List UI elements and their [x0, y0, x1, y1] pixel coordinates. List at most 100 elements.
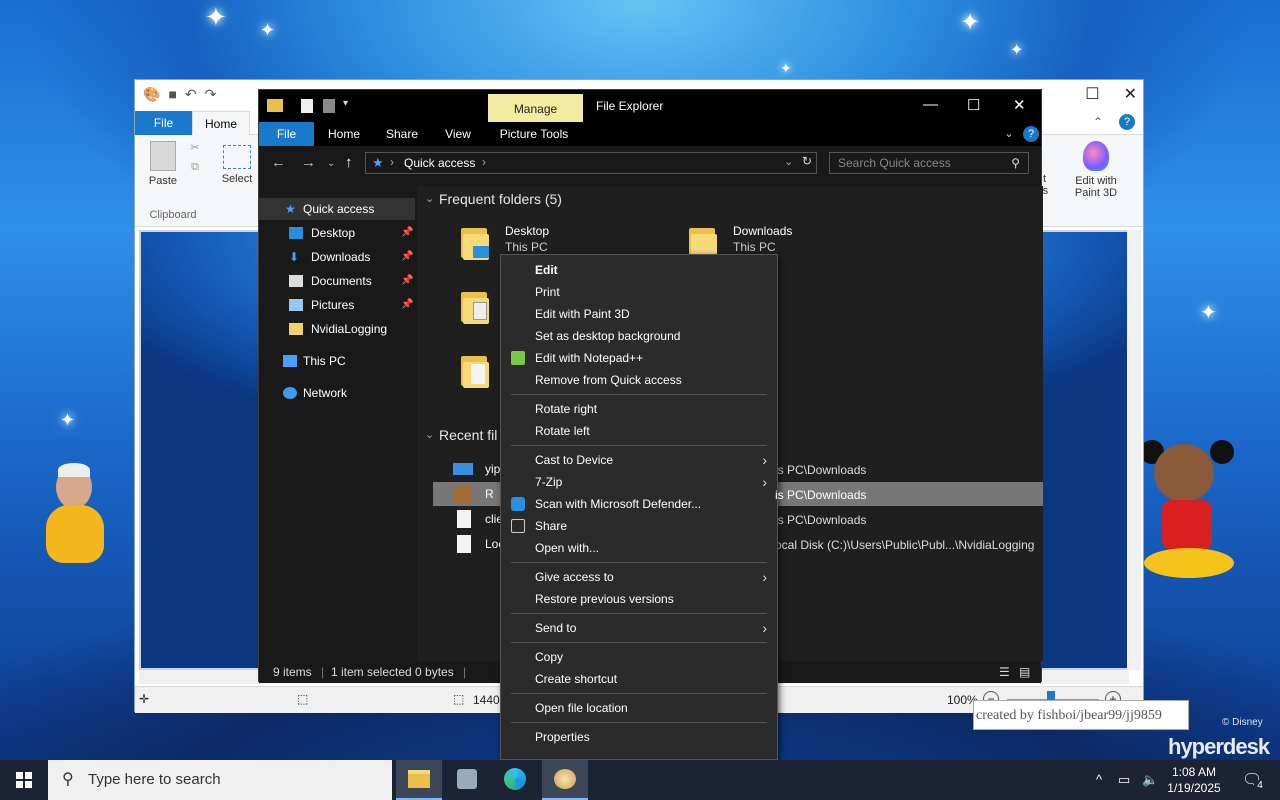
context-menu-item[interactable]: Open file location	[501, 697, 777, 719]
tab-manage[interactable]: Manage	[488, 94, 583, 122]
notepadpp-icon	[511, 351, 525, 365]
chevron-up-icon[interactable]: ^	[1096, 772, 1102, 787]
context-menu-item[interactable]: Copy	[501, 646, 777, 668]
redo-icon[interactable]: ↷	[205, 86, 217, 103]
vertical-scrollbar[interactable]	[1127, 230, 1141, 670]
context-menu-item-label: Print	[535, 285, 560, 299]
properties-icon[interactable]	[301, 99, 313, 113]
undo-icon[interactable]: ↶	[185, 86, 197, 103]
folder-name[interactable]: Downloads	[733, 224, 792, 238]
context-menu-item[interactable]: Share	[501, 515, 777, 537]
context-menu-item[interactable]: Send to ›	[501, 617, 777, 639]
minimize-button[interactable]: —	[923, 96, 938, 113]
close-button[interactable]: ✕	[1124, 84, 1137, 104]
context-menu-item[interactable]: Set as desktop background	[501, 325, 777, 347]
chevron-down-icon[interactable]: ⌄	[425, 192, 434, 205]
up-arrow-icon[interactable]: ↑	[345, 154, 353, 171]
details-view-icon[interactable]: ☰	[999, 665, 1010, 679]
paste-button[interactable]: Paste	[145, 141, 181, 187]
taskbar-search-box[interactable]: ⚲ Type here to search	[48, 760, 392, 800]
context-menu-item[interactable]: Create shortcut	[501, 668, 777, 690]
paint-icon	[554, 769, 576, 789]
cut-icon[interactable]: ✂	[187, 141, 203, 154]
notification-center-button[interactable]: 🗨 4	[1232, 760, 1280, 800]
taskbar-file-explorer[interactable]	[396, 760, 442, 800]
context-menu-item[interactable]: Restore previous versions	[501, 588, 777, 610]
help-icon[interactable]: ?	[1023, 126, 1039, 142]
save-icon[interactable]: ■	[168, 86, 176, 103]
context-menu-item[interactable]: Open with...	[501, 537, 777, 559]
nav-downloads[interactable]: ⬇ Downloads 📌	[259, 246, 415, 268]
context-menu-item[interactable]: Scan with Microsoft Defender...	[501, 493, 777, 515]
chevron-up-icon[interactable]: ⌃	[1093, 115, 1103, 129]
chevron-down-icon[interactable]: ⌄	[999, 122, 1019, 146]
context-menu-item-label: Scan with Microsoft Defender...	[535, 497, 702, 511]
paint-tab-file[interactable]: File	[135, 111, 192, 135]
context-menu-item[interactable]: Properties	[501, 726, 777, 748]
start-button[interactable]	[0, 760, 48, 800]
chevron-right-icon: ›	[482, 155, 486, 169]
recent-files-header[interactable]: Recent fil	[439, 427, 497, 443]
folder-name[interactable]: Desktop	[505, 224, 549, 238]
context-menu-item[interactable]: Rotate left	[501, 420, 777, 442]
context-menu-item[interactable]: Edit with Paint 3D	[501, 303, 777, 325]
back-arrow-icon[interactable]: ←	[271, 154, 286, 171]
maximize-button[interactable]: ☐	[967, 96, 980, 114]
taskbar-paint[interactable]	[542, 760, 588, 800]
address-bar[interactable]: ★ › Quick access › ⌄ ↻	[365, 152, 817, 174]
taskbar-clock[interactable]: 1:08 AM 1/19/2025	[1164, 764, 1224, 796]
chevron-down-icon[interactable]: ⌄	[425, 428, 434, 441]
taskbar-edge[interactable]	[492, 760, 538, 800]
context-menu-item[interactable]: Give access to ›	[501, 566, 777, 588]
nav-pictures[interactable]: Pictures 📌	[259, 294, 415, 316]
close-button[interactable]: ✕	[1013, 96, 1026, 114]
nav-desktop[interactable]: Desktop 📌	[259, 222, 415, 244]
tab-picture-tools[interactable]: Picture Tools	[491, 122, 577, 146]
tab-home[interactable]: Home	[319, 122, 369, 146]
edit-with-paint3d-button[interactable]: Edit with Paint 3D	[1067, 141, 1125, 199]
large-icons-view-icon[interactable]: ▤	[1019, 665, 1030, 679]
tab-view[interactable]: View	[435, 122, 481, 146]
address-dropdown-icon[interactable]: ⌄	[784, 155, 793, 168]
folder-icon[interactable]	[461, 228, 489, 260]
context-menu-item[interactable]: 7-Zip ›	[501, 471, 777, 493]
copy-icon[interactable]: ⧉	[187, 161, 203, 174]
nav-documents[interactable]: Documents 📌	[259, 270, 415, 292]
tab-file[interactable]: File	[259, 122, 314, 146]
recent-locations-icon[interactable]: ⌄	[327, 158, 335, 169]
folder-icon	[289, 323, 303, 335]
tab-share[interactable]: Share	[377, 122, 427, 146]
taskbar-app[interactable]	[444, 760, 490, 800]
refresh-icon[interactable]: ↻	[802, 154, 812, 168]
context-menu-item[interactable]: Print	[501, 281, 777, 303]
nav-nvidialogging[interactable]: NvidiaLogging	[259, 318, 415, 340]
maximize-button[interactable]: ☐	[1085, 84, 1099, 104]
frequent-folders-header[interactable]: Frequent folders (5)	[439, 191, 562, 207]
context-menu-item-label: Edit with Notepad++	[535, 351, 644, 365]
search-input[interactable]: Search Quick access ⚲	[829, 152, 1029, 174]
help-icon[interactable]: ?	[1119, 114, 1135, 130]
menu-separator	[511, 693, 767, 694]
select-button[interactable]: Select	[219, 145, 255, 185]
folder-location: This PC	[505, 240, 548, 254]
paint-app-icon: 🎨	[143, 86, 161, 102]
paint-tab-home[interactable]: Home	[192, 111, 250, 136]
context-menu-item[interactable]: Remove from Quick access	[501, 369, 777, 391]
new-folder-icon[interactable]	[323, 99, 335, 113]
context-menu-item[interactable]: Edit	[501, 259, 777, 281]
nav-network[interactable]: Network	[259, 382, 415, 404]
nav-this-pc[interactable]: This PC	[259, 350, 415, 372]
forward-arrow-icon[interactable]: →	[301, 154, 316, 171]
network-icon[interactable]: ▭	[1118, 772, 1130, 788]
context-menu-item[interactable]: Edit with Notepad++	[501, 347, 777, 369]
customize-qat-icon[interactable]: ▾	[343, 98, 348, 109]
sparkle-icon: ✦	[1010, 42, 1024, 59]
context-menu-item[interactable]: Cast to Device ›	[501, 449, 777, 471]
navigation-pane: ★ Quick access Desktop 📌 ⬇ Downloads 📌 D…	[259, 186, 417, 661]
volume-muted-icon[interactable]: 🔈	[1142, 772, 1158, 788]
clock-date: 1/19/2025	[1167, 781, 1221, 795]
nav-quick-access[interactable]: ★ Quick access	[259, 198, 415, 220]
folder-icon[interactable]	[461, 356, 489, 388]
context-menu-item[interactable]: Rotate right	[501, 398, 777, 420]
folder-icon[interactable]	[461, 292, 489, 324]
